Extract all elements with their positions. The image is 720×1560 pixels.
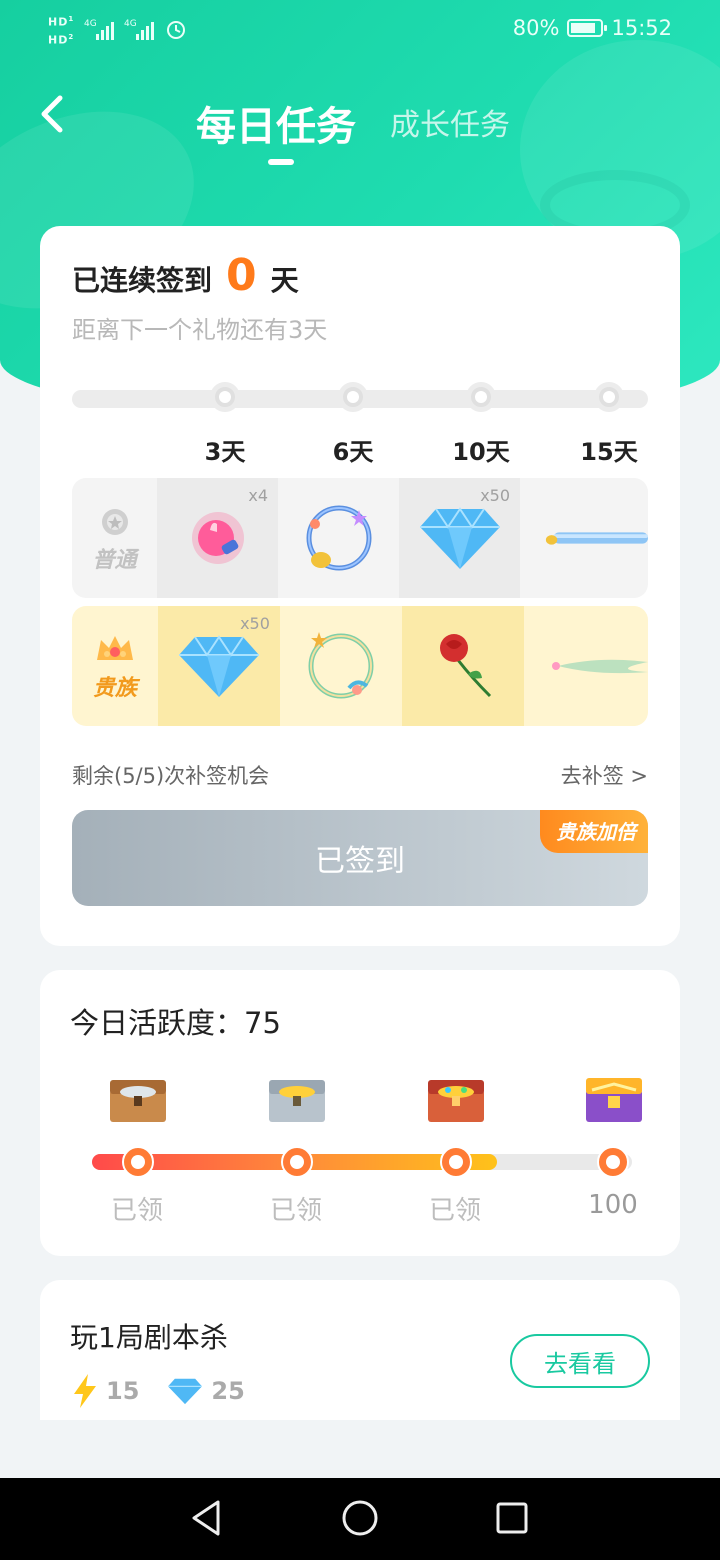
tab-indicator (268, 159, 294, 165)
chest-icon[interactable] (267, 1074, 327, 1124)
streak-title: 已连续签到 0 天 (72, 250, 299, 301)
signed-button[interactable]: 已签到 贵族加倍 (72, 810, 648, 906)
streak-suffix: 天 (270, 264, 299, 297)
status-bar: HD1 HD2 4G 4G 80% 15:52 (0, 0, 720, 60)
thumbs-up-icon (191, 512, 244, 564)
activity-label: 已领 (269, 1196, 322, 1226)
chest-icon[interactable] (108, 1074, 168, 1124)
milestone-node (466, 382, 496, 412)
diamond-value: 25 (211, 1377, 245, 1405)
diamond-icon (178, 635, 259, 697)
activity-label: 已领 (110, 1196, 163, 1226)
go-see-button[interactable]: 去看看 (510, 1334, 650, 1388)
diamond-icon (168, 1378, 203, 1405)
clock: 15:52 (611, 16, 672, 40)
avatar-frame-icon (308, 632, 374, 699)
reward-cell[interactable] (524, 606, 648, 726)
crown-icon (96, 636, 133, 660)
activity-node (281, 1146, 313, 1178)
diamond-icon (419, 507, 500, 569)
reward-qty: x50 (480, 486, 511, 505)
milestone-label: 15天 (580, 438, 638, 466)
comet-icon (552, 659, 648, 674)
milestone-node (210, 382, 240, 412)
nav-back-icon[interactable] (188, 1498, 224, 1538)
milestone-label: 3天 (204, 438, 246, 466)
signed-label: 已签到 (315, 844, 405, 879)
task-rewards: 15 25 (72, 1374, 273, 1408)
checkin-card: 已连续签到 0 天 距离下一个礼物还有3天 3天 6天 10天 15天 普通 x… (40, 226, 680, 946)
reward-cell[interactable] (278, 478, 399, 598)
svg-text:4G: 4G (84, 19, 97, 29)
system-nav-bar (0, 1478, 720, 1560)
reward-cell[interactable]: x50 (157, 606, 280, 726)
reward-cell[interactable]: x4 (157, 478, 279, 598)
normal-tag: 普通 (92, 548, 137, 573)
next-gift-hint: 距离下一个礼物还有3天 (72, 316, 328, 344)
milestone-label: 6天 (332, 438, 374, 466)
normal-reward-row: 普通 x4 x50 (72, 478, 648, 598)
back-button[interactable] (32, 92, 76, 136)
name-bar-icon (545, 532, 648, 545)
reward-cell[interactable]: x50 (399, 478, 521, 598)
avatar-frame-icon (306, 505, 372, 571)
activity-node (122, 1146, 154, 1178)
activity-title: 今日活跃度：75 (70, 1006, 281, 1040)
activity-label: 100 (588, 1190, 638, 1220)
reward-cell[interactable] (520, 478, 648, 598)
noble-tier-label: 贵族 (72, 606, 158, 726)
activity-node (597, 1146, 629, 1178)
svg-text:4G: 4G (124, 19, 137, 29)
tab-growth-tasks[interactable]: 成长任务 (390, 100, 510, 144)
signal-icon: 4G 4G (84, 16, 194, 47)
makeup-link[interactable]: 去补签 > (561, 760, 648, 790)
noble-reward-row: 贵族 x50 (72, 606, 648, 726)
chest-icon[interactable] (584, 1074, 644, 1124)
chevron-left-icon (41, 95, 63, 133)
energy-value: 15 (106, 1377, 140, 1405)
reward-qty: x50 (240, 614, 270, 633)
network-indicator: HD1 HD2 (48, 15, 75, 47)
battery-percent: 80% (512, 16, 560, 40)
milestone-label: 10天 (452, 438, 510, 466)
rose-icon (439, 634, 492, 698)
noble-tag: 贵族 (92, 676, 137, 701)
tab-daily-tasks[interactable]: 每日任务 (196, 94, 356, 152)
lightning-icon (74, 1374, 96, 1408)
milestone-node (594, 382, 624, 412)
task-title: 玩1局剧本杀 (70, 1321, 228, 1354)
activity-card: 今日活跃度：75 已领 已领 已领 100 (40, 970, 680, 1256)
reward-qty: x4 (248, 486, 269, 505)
reward-cell[interactable] (280, 606, 402, 726)
nav-home-icon[interactable] (340, 1498, 380, 1538)
streak-prefix: 已连续签到 (72, 264, 213, 297)
makeup-remaining: 剩余(5/5)次补签机会 (72, 764, 270, 788)
battery-icon (567, 19, 608, 37)
nav-recents-icon[interactable] (494, 1498, 530, 1538)
medal-icon (101, 509, 128, 535)
task-card: 玩1局剧本杀 15 25 去看看 (40, 1280, 680, 1420)
noble-double-badge: 贵族加倍 (540, 810, 648, 853)
normal-tier-label: 普通 (72, 478, 157, 598)
milestone-node (338, 382, 368, 412)
streak-days: 0 (226, 250, 257, 301)
activity-node (440, 1146, 472, 1178)
activity-progress-track (92, 1154, 632, 1170)
chest-icon[interactable] (426, 1074, 486, 1124)
activity-label: 已领 (428, 1196, 481, 1226)
reward-cell[interactable] (401, 606, 525, 726)
